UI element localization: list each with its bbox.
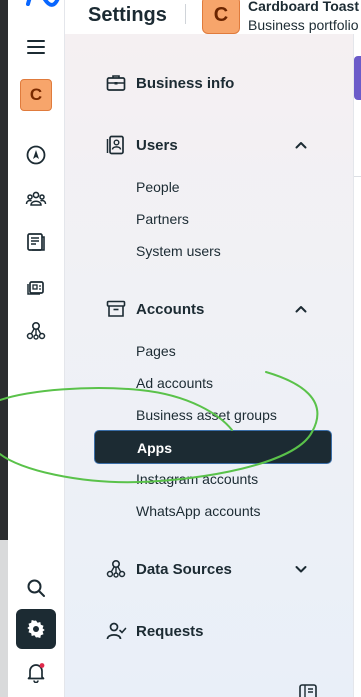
- nav-requests[interactable]: Requests: [105, 619, 204, 643]
- settings-nav-panel: Business info Users People Partners Syst…: [65, 34, 353, 697]
- content-area-edge: [353, 34, 361, 697]
- menu-icon: [27, 40, 45, 54]
- nav-partners[interactable]: Partners: [136, 211, 189, 227]
- nav-users-label: Users: [136, 136, 178, 154]
- network-icon: [26, 321, 46, 340]
- settings-button[interactable]: [16, 609, 56, 649]
- nav-users[interactable]: Users: [105, 133, 178, 157]
- home-button[interactable]: [16, 135, 56, 175]
- menu-button[interactable]: [16, 27, 56, 67]
- catalog-button[interactable]: [16, 267, 56, 307]
- nav-whatsapp-accounts[interactable]: WhatsApp accounts: [136, 503, 261, 519]
- bell-icon: [27, 663, 45, 683]
- nav-system-users[interactable]: System users: [136, 243, 221, 259]
- nav-business-info[interactable]: Business info: [105, 71, 234, 95]
- catalog-icon: [27, 281, 44, 295]
- window-edge: [0, 0, 8, 697]
- search-icon: [27, 579, 45, 597]
- archive-icon: [106, 300, 126, 317]
- nav-pages[interactable]: Pages: [136, 343, 176, 359]
- left-rail: C: [8, 0, 65, 697]
- nav-accounts[interactable]: Accounts: [105, 297, 204, 321]
- pages-icon: [27, 233, 45, 251]
- nav-accounts-label: Accounts: [136, 300, 205, 318]
- business-avatar[interactable]: C: [202, 0, 240, 34]
- nav-requests-label: Requests: [136, 622, 204, 640]
- content-accent-tab: [354, 56, 361, 100]
- nav-ad-accounts[interactable]: Ad accounts: [136, 375, 213, 391]
- briefcase-icon: [106, 75, 126, 91]
- compass-icon: [26, 145, 46, 165]
- nav-apps[interactable]: Apps: [94, 430, 332, 464]
- nav-people[interactable]: People: [136, 179, 180, 195]
- business-subtitle: Business portfolio: [248, 17, 359, 33]
- nav-instagram-accounts[interactable]: Instagram accounts: [136, 471, 258, 487]
- search-button[interactable]: [16, 568, 56, 608]
- gear-icon: [27, 620, 45, 638]
- chevron-up-icon[interactable]: [294, 302, 308, 316]
- business-name[interactable]: Cardboard Toast: [248, 0, 361, 14]
- page-title: Settings: [88, 4, 167, 26]
- integrations-button[interactable]: [16, 311, 56, 351]
- user-card-icon: [106, 135, 124, 155]
- network-icon: [106, 559, 126, 578]
- chevron-down-icon[interactable]: [294, 562, 308, 576]
- nav-data-sources[interactable]: Data Sources: [105, 557, 232, 581]
- nav-business-info-label: Business info: [136, 74, 235, 92]
- user-check-icon: [106, 622, 127, 640]
- notifications-button[interactable]: [16, 652, 56, 692]
- nav-apps-label: Apps: [137, 440, 172, 456]
- top-header: Settings C Cardboard Toast Business port…: [65, 0, 361, 34]
- content-divider: [354, 176, 361, 177]
- users-button[interactable]: [16, 179, 56, 219]
- meta-logo-icon: [26, 0, 60, 7]
- pages-button[interactable]: [16, 222, 56, 262]
- header-divider: [185, 4, 186, 24]
- nav-data-sources-label: Data Sources: [136, 560, 232, 578]
- nav-business-asset-groups[interactable]: Business asset groups: [136, 407, 277, 423]
- chevron-up-icon[interactable]: [294, 138, 308, 152]
- business-avatar-rail[interactable]: C: [20, 79, 52, 111]
- panel-toggle-icon[interactable]: [299, 684, 317, 697]
- people-icon: [25, 191, 47, 206]
